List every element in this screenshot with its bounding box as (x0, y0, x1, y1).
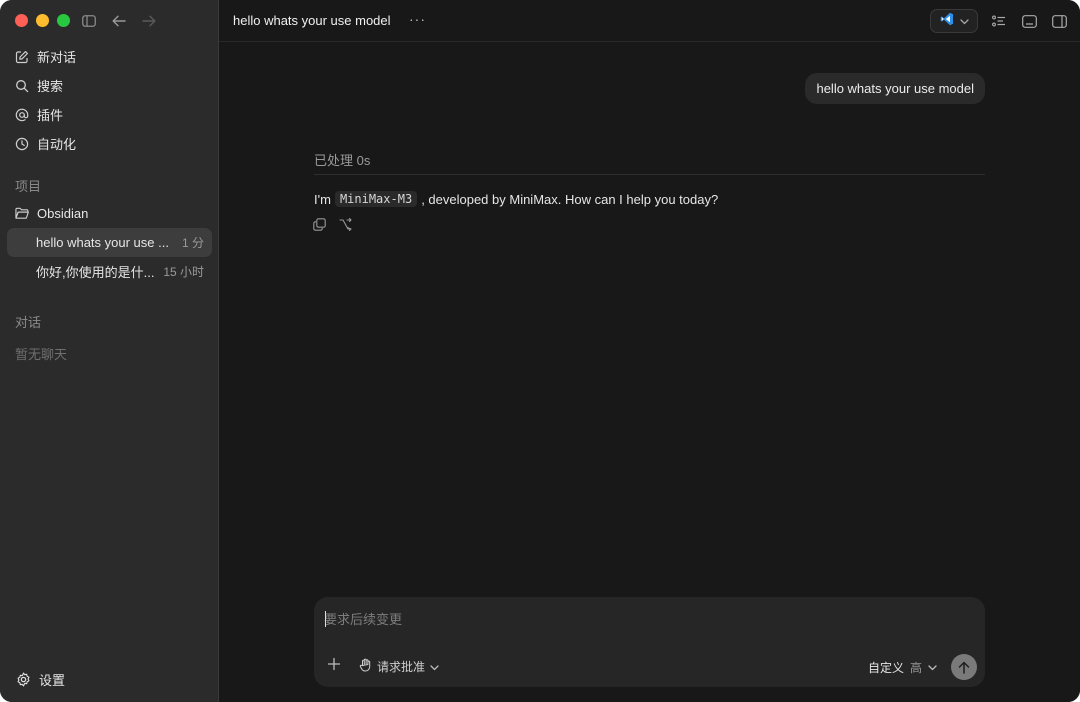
conversations-section-label: 对话 (15, 315, 42, 330)
thread-time: 15 小时 (163, 265, 204, 279)
open-in-editor-button[interactable] (930, 9, 978, 33)
assistant-message: I'm MiniMax-M3 , developed by MiniMax. H… (314, 191, 718, 207)
maximize-window-button[interactable] (57, 14, 70, 27)
user-message-bubble: hello whats your use model (805, 73, 985, 104)
sidebar-toolbar (80, 12, 158, 30)
close-window-button[interactable] (15, 14, 28, 27)
header: hello whats your use model ··· (219, 0, 1080, 42)
sidebar-item-plugins[interactable]: 插件 (7, 100, 212, 129)
settings-button[interactable]: 设置 (15, 670, 65, 689)
sidebar-item-label: 搜索 (37, 79, 64, 94)
projects-section-label: 项目 (15, 179, 42, 194)
message-actions (312, 217, 352, 231)
sidebar-item-new-chat[interactable]: 新对话 (7, 42, 212, 71)
app-window: 新对话 搜索 插件 自动化 项目 Obsidian hello whats yo… (0, 0, 1080, 702)
sidebar-item-label: 插件 (37, 108, 64, 123)
sidebar-item-label: 自动化 (37, 137, 77, 152)
model-mode-label[interactable]: 自定义 (868, 659, 904, 676)
project-list: Obsidian hello whats your use ... 1 分 你好… (7, 199, 212, 286)
processing-status[interactable]: 已处理 0s (314, 150, 370, 169)
search-icon (15, 79, 29, 93)
window-controls (15, 14, 70, 27)
forward-arrow-icon[interactable] (140, 12, 158, 30)
answer-suffix: , developed by MiniMax. How can I help y… (421, 191, 719, 207)
thread-title: 你好,你使用的是什... (36, 265, 155, 280)
folder-icon (15, 207, 29, 221)
edit-icon (15, 50, 29, 64)
main-panel: hello whats your use model ··· hello wha… (219, 0, 1080, 702)
vscode-icon (940, 12, 954, 31)
sidebar-item-label: 新对话 (37, 50, 77, 65)
header-actions (930, 9, 1068, 33)
at-icon (15, 108, 29, 122)
settings-label: 设置 (39, 673, 66, 688)
thread-item[interactable]: hello whats your use ... 1 分 (7, 228, 212, 257)
chevron-down-icon (430, 660, 439, 674)
page-title: hello whats your use model (233, 13, 391, 28)
project-name: Obsidian (37, 206, 89, 221)
no-chats-text: 暂无聊天 (15, 347, 68, 362)
divider (314, 174, 985, 175)
message-input[interactable] (324, 609, 924, 631)
composer: 请求批准 自定义 高 (314, 597, 985, 687)
chevron-down-icon (959, 12, 969, 30)
approval-mode-dropdown[interactable]: 请求批准 (359, 658, 439, 675)
sidebar-toggle-icon[interactable] (80, 12, 98, 30)
task-list-icon[interactable] (990, 12, 1008, 30)
answer-prefix: I'm (314, 191, 331, 207)
text-caret (325, 611, 326, 627)
back-arrow-icon[interactable] (110, 12, 128, 30)
copy-icon[interactable] (312, 217, 326, 231)
approval-mode-label: 请求批准 (377, 660, 426, 674)
fork-icon[interactable] (338, 217, 352, 231)
right-panel-toggle-icon[interactable] (1050, 12, 1068, 30)
sidebar-nav: 新对话 搜索 插件 自动化 (7, 42, 212, 158)
thread-time: 1 分 (181, 236, 204, 250)
add-attachment-button[interactable] (326, 656, 342, 672)
minimize-window-button[interactable] (36, 14, 49, 27)
project-item-obsidian[interactable]: Obsidian (7, 199, 212, 228)
terminal-panel-icon[interactable] (1020, 12, 1038, 30)
reasoning-level-label[interactable]: 高 (910, 659, 922, 676)
hand-icon (359, 658, 372, 675)
inline-code: MiniMax-M3 (334, 191, 418, 207)
clock-icon (15, 137, 29, 151)
chevron-down-icon[interactable] (928, 658, 937, 676)
sidebar-item-automation[interactable]: 自动化 (7, 129, 212, 158)
send-button[interactable] (951, 654, 977, 680)
thread-item[interactable]: 你好,你使用的是什... 15 小时 (7, 257, 212, 286)
sidebar: 新对话 搜索 插件 自动化 项目 Obsidian hello whats yo… (0, 0, 219, 702)
composer-right-controls: 自定义 高 (868, 654, 977, 680)
more-options-button[interactable]: ··· (409, 11, 426, 27)
sidebar-item-search[interactable]: 搜索 (7, 71, 212, 100)
gear-icon (15, 672, 31, 688)
arrow-up-icon (958, 661, 970, 674)
thread-title: hello whats your use ... (36, 235, 169, 250)
